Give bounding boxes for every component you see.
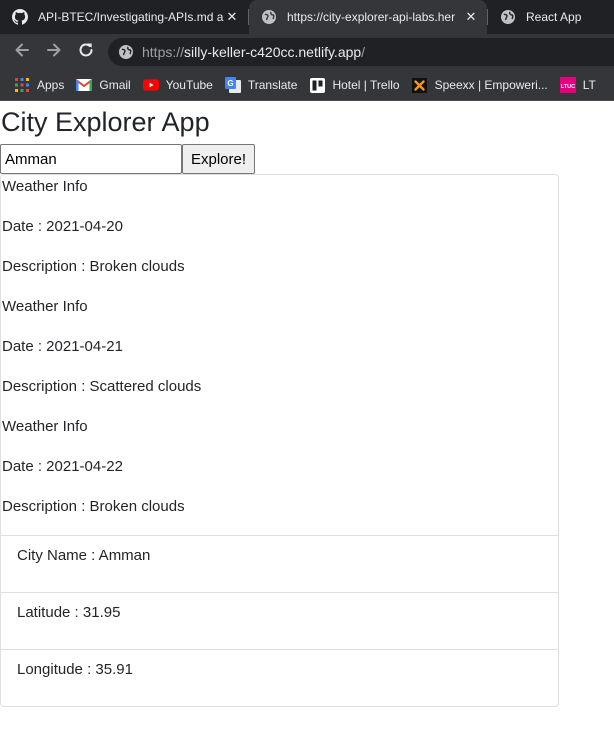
page-viewport: City Explorer App Explore! Weather Info … [0, 102, 614, 756]
gmail-icon [76, 77, 93, 93]
ltuc-icon: LTUC [559, 77, 576, 93]
bookmark-label: Speexx | Empoweri... [434, 78, 548, 92]
bookmark-trello[interactable]: Hotel | Trello [309, 77, 400, 93]
bookmark-gmail[interactable]: Gmail [76, 77, 131, 93]
bookmark-label: Gmail [99, 78, 131, 92]
bookmark-youtube[interactable]: YouTube [142, 77, 213, 93]
longitude-item: Longitude : 35.91 [17, 661, 133, 678]
bookmark-label: LT [582, 78, 596, 92]
page-title: City Explorer App [1, 107, 210, 137]
results-card: Weather Info Date : 2021-04-20 Descripti… [0, 174, 559, 707]
bookmark-label: Hotel | Trello [332, 78, 400, 92]
reload-icon [77, 41, 95, 64]
browser-toolbar: https://silly-keller-c420cc.netlify.app/ [0, 34, 614, 70]
arrow-left-icon [13, 41, 31, 64]
back-button[interactable] [8, 38, 36, 66]
youtube-icon [142, 77, 159, 93]
github-icon [12, 9, 28, 25]
globe-icon [500, 9, 516, 25]
translate-icon: G [224, 77, 241, 93]
forward-button[interactable] [40, 38, 68, 66]
globe-icon [261, 9, 277, 25]
city-search-input[interactable] [0, 144, 182, 174]
weather-heading: Weather Info [2, 418, 88, 435]
bookmark-label: Apps [37, 78, 65, 92]
svg-text:LTUC: LTUC [561, 84, 575, 90]
browser-tab-active[interactable]: https://city-explorer-api-labs.her ✕ [249, 0, 487, 34]
browser-tab-strip: API-BTEC/Investigating-APIs.md a ✕ https… [0, 0, 614, 34]
weather-description: Description : Broken clouds [2, 498, 185, 515]
weather-heading: Weather Info [2, 178, 88, 195]
weather-description: Description : Scattered clouds [2, 378, 202, 395]
weather-date: Date : 2021-04-20 [2, 218, 123, 235]
city-name-item: City Name : Amman [17, 547, 151, 564]
list-divider [1, 649, 558, 650]
bookmarks-bar: Apps Gmail YouTube G Translate Hotel | T… [0, 70, 614, 101]
bookmark-speexx[interactable]: Speexx | Empoweri... [412, 77, 548, 93]
weather-heading: Weather Info [2, 298, 88, 315]
list-divider [1, 592, 558, 593]
bookmark-label: YouTube [165, 78, 213, 92]
latitude-item: Latitude : 31.95 [17, 604, 121, 621]
address-bar[interactable]: https://silly-keller-c420cc.netlify.app/ [108, 38, 614, 66]
list-divider [1, 535, 558, 536]
weather-date: Date : 2021-04-22 [2, 458, 123, 475]
tab-title: API-BTEC/Investigating-APIs.md a [38, 10, 224, 24]
weather-date: Date : 2021-04-21 [2, 338, 123, 355]
tab-title: https://city-explorer-api-labs.her [287, 10, 456, 24]
site-info-globe-icon[interactable] [118, 44, 134, 60]
speexx-icon [412, 77, 428, 93]
trello-icon [309, 77, 325, 93]
bookmark-ltuc[interactable]: LTUC LT [559, 77, 596, 93]
url-text: https://silly-keller-c420cc.netlify.app/ [142, 44, 365, 60]
reload-button[interactable] [72, 38, 100, 66]
url-path: / [361, 44, 366, 60]
close-icon[interactable]: ✕ [463, 9, 479, 25]
tab-title: React App [526, 10, 582, 24]
arrow-right-icon [45, 41, 63, 64]
browser-tab[interactable]: React App [488, 0, 614, 34]
bookmark-label: Translate [247, 78, 298, 92]
svg-text:G: G [227, 79, 233, 88]
url-scheme: https:// [142, 44, 185, 60]
weather-description: Description : Broken clouds [2, 258, 185, 275]
close-icon[interactable]: ✕ [224, 9, 240, 25]
explore-button[interactable]: Explore! [182, 144, 255, 174]
apps-grid-icon [14, 77, 30, 93]
url-host: silly-keller-c420cc.netlify.app [184, 44, 362, 60]
browser-tab[interactable]: API-BTEC/Investigating-APIs.md a ✕ [0, 0, 248, 34]
bookmark-apps[interactable]: Apps [14, 77, 64, 93]
bookmark-translate[interactable]: G Translate [224, 77, 298, 93]
